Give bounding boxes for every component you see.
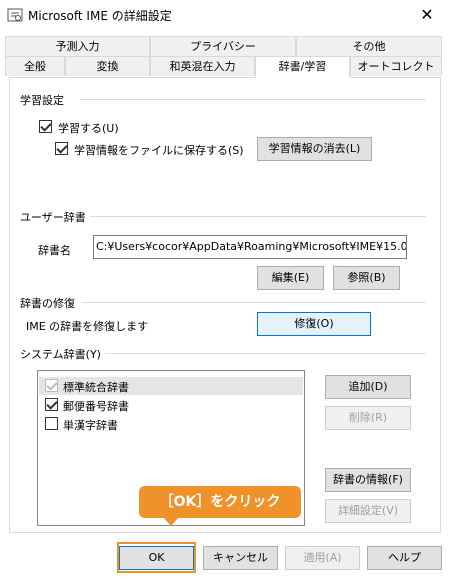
browse-button[interactable]: 参照(B) (333, 266, 400, 290)
tab-autocorrect[interactable]: オートコレクト (350, 56, 442, 76)
standard-dict-label: 標準統合辞書 (63, 381, 129, 394)
tab-other[interactable]: その他 (296, 36, 442, 56)
close-icon: ✕ (420, 5, 434, 24)
learn-label: 学習する(U) (58, 122, 119, 135)
group-divider (100, 353, 426, 354)
user-dict-group-title: ユーザー辞書 (20, 209, 90, 225)
dict-info-button[interactable]: 辞書の情報(F) (325, 468, 411, 492)
group-divider (80, 99, 426, 100)
tab-mixed-input[interactable]: 和英混在入力 (150, 56, 255, 76)
single-kanji-dict-checkbox[interactable] (45, 417, 58, 430)
group-divider (90, 216, 426, 217)
tab-general[interactable]: 全般 (5, 56, 65, 76)
tab-strip: 予測入力 プライバシー その他 全般 変換 和英混在入力 辞書/学習 オートコレ… (5, 36, 442, 78)
dict-path-field[interactable]: C:¥Users¥cocor¥AppData¥Roaming¥Microsoft… (93, 235, 407, 259)
apply-button[interactable]: 適用(A) (285, 546, 360, 570)
tab-privacy[interactable]: プライバシー (150, 36, 296, 56)
ime-settings-icon (7, 8, 23, 22)
click-ok-callout: ［OK］をクリック (139, 486, 301, 526)
clear-learning-button[interactable]: 学習情報の消去(L) (257, 137, 372, 161)
title-bar: Microsoft IME の詳細設定 ✕ (0, 0, 450, 30)
delete-dict-button[interactable]: 削除(R) (325, 406, 411, 430)
tab-conversion[interactable]: 変換 (65, 56, 150, 76)
detail-settings-button[interactable]: 詳細設定(V) (325, 499, 411, 523)
tab-dictionary-learning[interactable]: 辞書/学習 (255, 56, 350, 78)
repair-group-title: 辞書の修復 (20, 295, 79, 311)
save-learning-label: 学習情報をファイルに保存する(S) (74, 144, 244, 157)
add-dict-button[interactable]: 追加(D) (325, 375, 411, 399)
tab-prediction[interactable]: 予測入力 (5, 36, 150, 56)
ok-button[interactable]: OK (119, 546, 194, 570)
group-divider (82, 302, 426, 303)
close-button[interactable]: ✕ (404, 0, 450, 30)
learning-group-title: 学習設定 (20, 92, 68, 108)
standard-dict-checkbox (45, 379, 58, 392)
dictionary-learning-panel: 学習設定 学習する(U) 学習情報をファイルに保存する(S) 学習情報の消去(L… (9, 77, 441, 533)
edit-button[interactable]: 編集(E) (257, 266, 324, 290)
save-learning-checkbox[interactable] (55, 142, 68, 155)
window-title: Microsoft IME の詳細設定 (28, 9, 172, 23)
single-kanji-dict-label: 単漢字辞書 (63, 419, 118, 432)
list-item[interactable]: 標準統合辞書 (39, 377, 303, 395)
list-item[interactable]: 単漢字辞書 (39, 415, 303, 433)
repair-button[interactable]: 修復(O) (257, 312, 371, 336)
ime-settings-window: Microsoft IME の詳細設定 ✕ 予測入力 プライバシー その他 全般… (0, 0, 450, 581)
list-item[interactable]: 郵便番号辞書 (39, 396, 303, 414)
learn-checkbox[interactable] (39, 120, 52, 133)
postal-dict-checkbox[interactable] (45, 398, 58, 411)
repair-description: IME の辞書を修復します (26, 320, 149, 333)
dict-name-label: 辞書名 (38, 244, 71, 257)
cancel-button[interactable]: キャンセル (203, 546, 278, 570)
help-button[interactable]: ヘルプ (367, 546, 442, 570)
system-dict-group-title: システム辞書(Y) (20, 346, 105, 362)
postal-dict-label: 郵便番号辞書 (63, 400, 129, 413)
